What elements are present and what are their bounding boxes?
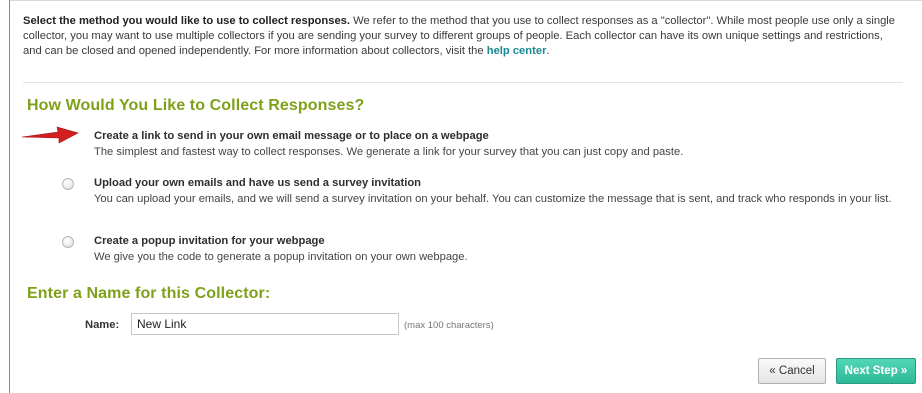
collector-name-input[interactable] (131, 313, 399, 335)
intro-divider (23, 82, 903, 83)
option-web-link-desc: The simplest and fastest way to collect … (94, 146, 684, 158)
option-web-link-title: Create a link to send in your own email … (94, 130, 489, 142)
name-hint: (max 100 characters) (404, 320, 494, 331)
intro-end: . (546, 45, 550, 57)
intro-text: Select the method you would like to use … (23, 14, 903, 59)
help-center-link[interactable]: help center (487, 45, 547, 57)
option-email-invitation-radio[interactable] (62, 178, 74, 190)
option-email-invitation-title: Upload your own emails and have us send … (94, 177, 422, 189)
cancel-button[interactable]: « Cancel (758, 358, 826, 384)
next-step-button[interactable]: Next Step » (836, 358, 916, 384)
option-popup-invitation-desc: We give you the code to generate a popup… (94, 251, 468, 263)
option-popup-invitation-radio[interactable] (62, 236, 74, 248)
option-popup-invitation-title: Create a popup invitation for your webpa… (94, 235, 325, 247)
option-email-invitation-desc: You can upload your emails, and we will … (94, 193, 892, 205)
intro-lead: Select the method you would like to use … (23, 15, 350, 27)
name-label: Name: (85, 319, 120, 331)
name-section-title: Enter a Name for this Collector: (27, 285, 271, 302)
collect-section-title: How Would You Like to Collect Responses? (27, 97, 365, 114)
red-arrow-icon (21, 126, 79, 144)
